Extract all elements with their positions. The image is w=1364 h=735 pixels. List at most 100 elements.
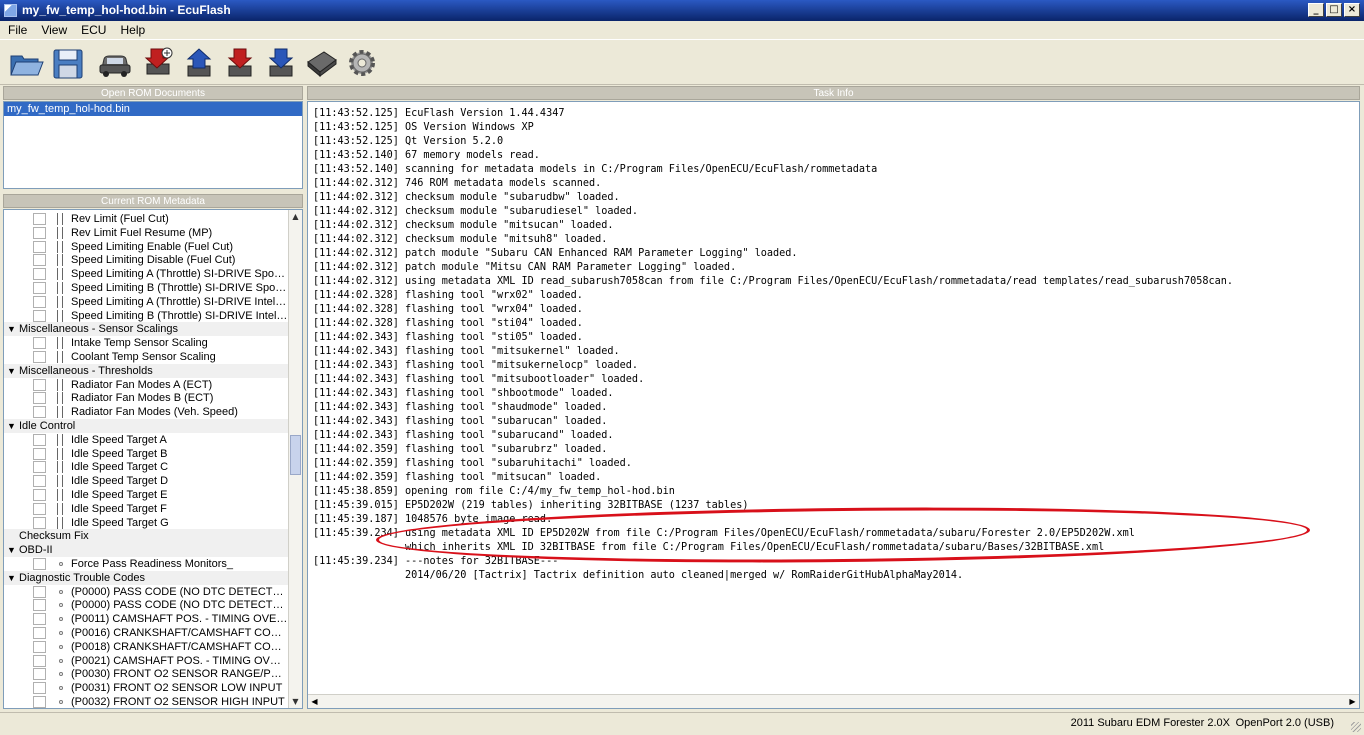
car-icon[interactable] [97,46,133,80]
expand-down-icon[interactable]: ▼ [7,364,16,378]
table-checkbox[interactable] [33,406,46,419]
tree-table-item[interactable]: (P0011) CAMSHAFT POS. - TIMING OVER-... [4,612,289,626]
tree-table-item[interactable]: Speed Limiting Enable (Fuel Cut) [4,240,289,254]
compare-rom-icon[interactable] [263,46,299,80]
tree-table-item[interactable]: Rev Limit (Fuel Cut) [4,212,289,226]
tree-table-item[interactable]: Radiator Fan Modes B (ECT) [4,391,289,405]
scroll-up-icon[interactable]: ▲ [289,210,302,223]
table-checkbox[interactable] [33,668,46,681]
tree-category[interactable]: ▼ Idle Control [4,419,289,433]
table-checkbox[interactable] [33,475,46,488]
menu-file[interactable]: File [0,21,33,39]
table-checkbox[interactable] [33,585,46,598]
tree-table-item[interactable]: Idle Speed Target F [4,502,289,516]
expand-down-icon[interactable]: ▼ [7,419,16,433]
table-checkbox[interactable] [33,654,46,667]
table-checkbox[interactable] [33,640,46,653]
minimize-button[interactable]: _ [1308,3,1324,17]
tree-table-item[interactable]: (P0030) FRONT O2 SENSOR RANGE/PERF [4,667,289,681]
tree-table-item[interactable]: (P0021) CAMSHAFT POS. - TIMING OVER-... [4,654,289,668]
tree-table-item[interactable]: (P0000) PASS CODE (NO DTC DETECTED) [4,585,289,599]
test-write-icon[interactable] [222,46,258,80]
tree-table-item[interactable]: Idle Speed Target G [4,516,289,530]
table-checkbox[interactable] [33,558,46,570]
tree-table-item[interactable]: Idle Speed Target A [4,433,289,447]
table-checkbox[interactable] [33,682,46,695]
scalar-table-icon [57,392,63,405]
table-checkbox[interactable] [33,378,46,391]
tree-table-item[interactable]: Radiator Fan Modes (Veh. Speed) [4,405,289,419]
table-checkbox[interactable] [33,447,46,460]
tree-category[interactable]: ▼ Diagnostic Trouble Codes [4,570,289,585]
table-checkbox[interactable] [33,516,46,529]
scalar-table-icon [57,447,63,460]
tree-category[interactable]: ▼ Miscellaneous - Sensor Scalings [4,322,289,337]
table-checkbox[interactable] [33,309,46,322]
tree-table-item[interactable]: (P0000) PASS CODE (NO DTC DETECTED)_ [4,598,289,612]
tree-table-item[interactable]: (P0018) CRANKSHAFT/CAMSHAFT CORRE... [4,640,289,654]
tree-table-item[interactable]: Intake Temp Sensor Scaling [4,336,289,350]
table-checkbox[interactable] [33,213,46,225]
table-checkbox[interactable] [33,599,46,612]
scroll-left-icon[interactable]: ◀ [308,695,321,708]
table-checkbox[interactable] [33,696,46,708]
table-checkbox[interactable] [33,268,46,281]
tree-table-item[interactable]: Idle Speed Target E [4,488,289,502]
settings-gear-icon[interactable] [344,46,380,80]
table-checkbox[interactable] [33,254,46,267]
scalar-table-icon [57,254,63,267]
table-checkbox[interactable] [33,489,46,501]
tree-table-item[interactable]: Rev Limit Fuel Resume (MP) [4,226,289,240]
table-checkbox[interactable] [33,502,46,515]
table-checkbox[interactable] [33,627,46,639]
tree-table-item[interactable]: Speed Limiting Disable (Fuel Cut) [4,253,289,267]
tree-table-item[interactable]: (P0032) FRONT O2 SENSOR HIGH INPUT [4,695,289,708]
table-checkbox[interactable] [33,240,46,253]
table-checkbox[interactable] [33,351,46,363]
expand-down-icon[interactable]: ▼ [7,322,16,336]
expand-down-icon[interactable]: ▼ [7,571,16,585]
menu-ecu[interactable]: ECU [73,21,112,39]
table-checkbox[interactable] [33,226,46,239]
maximize-button[interactable]: □ [1326,3,1342,17]
table-checkbox[interactable] [33,613,46,626]
scroll-thumb[interactable] [290,435,301,475]
tree-table-item[interactable]: Coolant Temp Sensor Scaling [4,350,289,364]
tree-table-item[interactable]: Speed Limiting B (Throttle) SI-DRIVE Spo… [4,281,289,295]
tree-table-item[interactable]: Idle Speed Target B [4,447,289,461]
open-folder-icon[interactable] [8,46,44,80]
close-button[interactable]: × [1344,3,1360,17]
table-checkbox[interactable] [33,392,46,405]
open-rom-item[interactable]: my_fw_temp_hol-hod.bin [4,102,302,116]
log-hscrollbar[interactable]: ◀ ▶ [308,694,1359,708]
tree-table-item[interactable]: Idle Speed Target D [4,474,289,488]
tree-table-item[interactable]: Speed Limiting B (Throttle) SI-DRIVE Int… [4,309,289,323]
window-titlebar[interactable]: my_fw_temp_hol-hod.bin - EcuFlash _ □ × [0,0,1364,21]
chip-icon[interactable] [304,46,340,80]
table-checkbox[interactable] [33,282,46,294]
table-checkbox[interactable] [33,461,46,474]
table-checkbox[interactable] [33,295,46,308]
tree-table-item[interactable]: Force Pass Readiness Monitors_ [4,557,289,571]
scroll-right-icon[interactable]: ▶ [1346,695,1359,708]
menu-help[interactable]: Help [112,21,151,39]
table-checkbox[interactable] [33,433,46,446]
tree-table-item[interactable]: (P0031) FRONT O2 SENSOR LOW INPUT [4,681,289,695]
tree-table-item[interactable]: Radiator Fan Modes A (ECT) [4,378,289,392]
write-rom-icon[interactable] [181,46,217,80]
scroll-down-icon[interactable]: ▼ [289,695,302,708]
menu-view[interactable]: View [33,21,73,39]
expand-down-icon[interactable]: ▼ [7,543,16,557]
read-rom-icon[interactable] [139,46,175,80]
metadata-scrollbar[interactable]: ▲ ▼ [288,210,302,708]
tree-table-item[interactable]: (P0016) CRANKSHAFT/CAMSHAFT CORRE... [4,626,289,640]
save-disk-icon[interactable] [50,46,86,80]
tree-table-item[interactable]: Idle Speed Target C [4,460,289,474]
tree-table-item[interactable]: Speed Limiting A (Throttle) SI-DRIVE Int… [4,295,289,309]
resize-grip-icon[interactable] [1351,722,1361,732]
tree-category[interactable]: Checksum Fix [4,529,289,544]
tree-category[interactable]: ▼ Miscellaneous - Thresholds [4,363,289,378]
tree-category[interactable]: ▼ OBD-II [4,543,289,558]
table-checkbox[interactable] [33,337,46,350]
tree-table-item[interactable]: Speed Limiting A (Throttle) SI-DRIVE Spo… [4,267,289,281]
